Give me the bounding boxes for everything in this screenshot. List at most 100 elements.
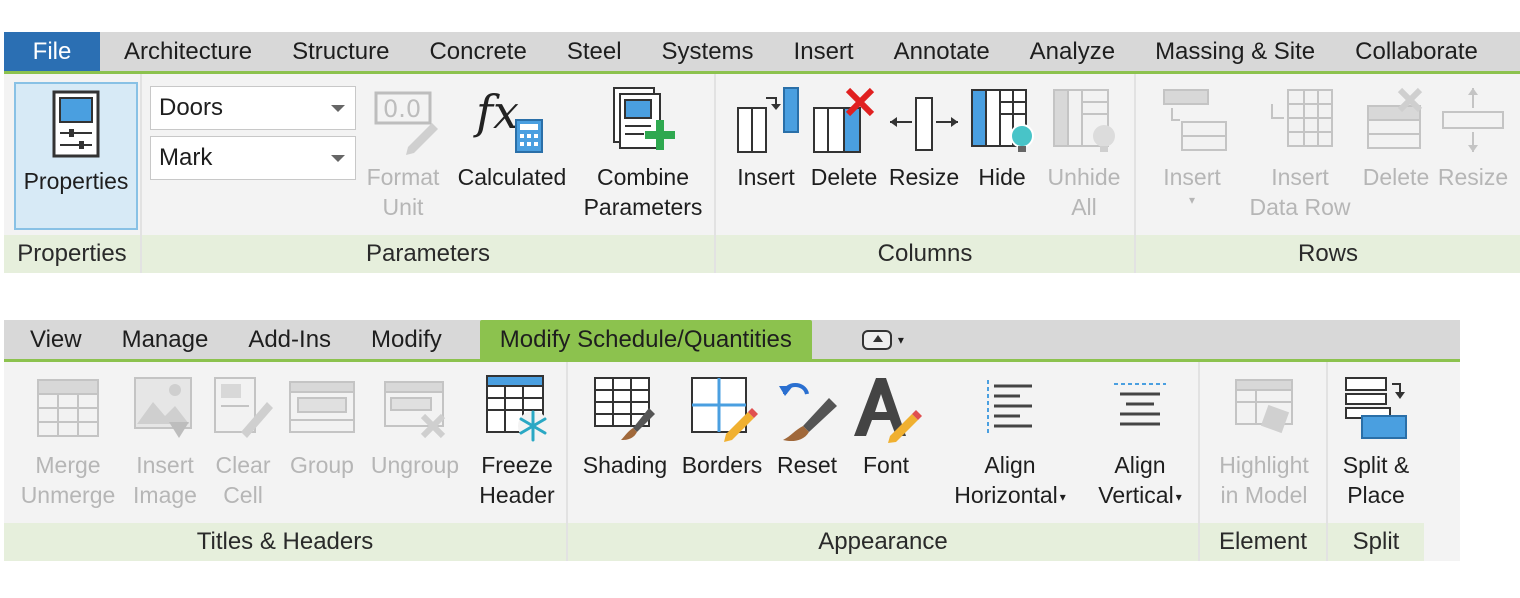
align-vertical-button[interactable]: Align Vertical ▾ [1088, 368, 1192, 512]
align-h-label-1: Align [984, 452, 1036, 478]
borders-button[interactable]: Borders [676, 368, 768, 480]
tab-modify-schedule-quantities[interactable]: Modify Schedule/Quantities [479, 320, 812, 362]
font-button[interactable]: Font [848, 368, 924, 480]
panel-label-element: Element [1200, 523, 1326, 561]
hide-column-button[interactable]: Hide [964, 80, 1040, 192]
insert-column-button[interactable]: Insert [726, 80, 806, 192]
shading-icon [589, 368, 661, 448]
tab-massing-site[interactable]: Massing & Site [1135, 32, 1335, 71]
delete-row-icon [1360, 80, 1432, 160]
unhide-label-2: All [1071, 194, 1097, 220]
insert-image-label-2: Image [133, 482, 197, 508]
reset-label: Reset [776, 452, 838, 478]
panel-label-columns: Columns [716, 235, 1134, 273]
insert-data-row-icon [1264, 80, 1336, 160]
merge-label-1: Merge [35, 452, 101, 478]
parameters-panel: Doors Mark 0.0 Format Unit fx Calculated… [142, 74, 716, 273]
tab-analyze[interactable]: Analyze [1010, 32, 1135, 71]
ungroup-button[interactable]: Ungroup [366, 368, 464, 480]
tab-architecture[interactable]: Architecture [100, 32, 272, 71]
insert-data-row-button[interactable]: Insert Data Row [1240, 80, 1360, 222]
tab-collaborate[interactable]: Collaborate [1335, 32, 1486, 71]
split-place-icon [1340, 368, 1412, 448]
split-label-1: Split & [1342, 452, 1410, 478]
combine-parameters-icon [608, 80, 678, 160]
chevron-down-icon: ▾ [1188, 193, 1196, 207]
align-vertical-label: Vertical ▾ [1098, 480, 1181, 512]
contextual-panels: Merge Unmerge Insert Image Clear Cell Gr… [4, 362, 1460, 561]
minimize-ribbon-icon [861, 329, 892, 350]
properties-button[interactable]: Properties [14, 82, 138, 230]
delete-row-label: Delete [1362, 164, 1430, 190]
insert-row-label: Insert [1163, 164, 1221, 190]
align-vertical-icon [1104, 368, 1176, 448]
panel-label-split: Split [1328, 523, 1424, 561]
insert-image-label-1: Insert [136, 452, 194, 478]
highlight-in-model-button[interactable]: Highlight in Model [1204, 368, 1324, 510]
shading-button[interactable]: Shading [578, 368, 672, 480]
freeze-header-button[interactable]: Freeze Header [474, 368, 560, 510]
tab-steel[interactable]: Steel [547, 32, 642, 71]
merge-unmerge-icon [32, 368, 104, 448]
clear-cell-button[interactable]: Clear Cell [206, 368, 280, 510]
rows-panel: Insert ▾ Insert Data Row Delete Resize R… [1136, 74, 1520, 273]
insert-row-button[interactable]: Insert ▾ [1146, 80, 1238, 208]
calculated-label: Calculated [457, 164, 567, 190]
svg-text:fx: fx [473, 85, 519, 139]
panel-label-appearance: Appearance [568, 523, 1198, 561]
font-icon [850, 368, 922, 448]
tab-manage[interactable]: Manage [102, 320, 229, 359]
split-place-button[interactable]: Split & Place [1332, 368, 1420, 510]
delete-column-button[interactable]: Delete [804, 80, 884, 192]
format-unit-label-1: Format [366, 164, 440, 190]
split-panel: Split & Place Split [1328, 362, 1424, 561]
borders-icon [686, 368, 758, 448]
resize-column-label: Resize [888, 164, 960, 190]
insert-data-row-label-2: Data Row [1249, 194, 1351, 220]
properties-label: Properties [23, 168, 129, 194]
tab-add-ins[interactable]: Add-Ins [228, 320, 351, 359]
ribbon-bottom: View Manage Add-Ins Modify Modify Schedu… [4, 320, 1460, 564]
unhide-all-button[interactable]: Unhide All [1042, 80, 1126, 222]
freeze-label-2: Header [479, 482, 555, 508]
hide-column-label: Hide [978, 164, 1026, 190]
delete-row-button[interactable]: Delete [1354, 80, 1438, 192]
reset-button[interactable]: Reset [770, 368, 844, 480]
combine-parameters-button[interactable]: Combine Parameters [578, 80, 708, 222]
calculated-button[interactable]: fx Calculated [450, 80, 574, 192]
align-horizontal-button[interactable]: Align Horizontal ▾ [944, 368, 1076, 512]
resize-row-button[interactable]: Resize [1434, 80, 1512, 192]
chevron-down-icon: ▾ [897, 332, 904, 347]
tab-concrete[interactable]: Concrete [409, 32, 546, 71]
tab-structure[interactable]: Structure [272, 32, 409, 71]
merge-unmerge-button[interactable]: Merge Unmerge [12, 368, 124, 510]
properties-panel: Properties Properties [4, 74, 142, 273]
borders-label: Borders [681, 452, 763, 478]
clear-cell-label-1: Clear [215, 452, 271, 478]
tab-systems[interactable]: Systems [642, 32, 774, 71]
resize-column-button[interactable]: Resize [884, 80, 964, 192]
freeze-header-icon [481, 368, 553, 448]
tab-annotate[interactable]: Annotate [874, 32, 1010, 71]
parameter-select[interactable]: Mark [150, 136, 356, 180]
align-horizontal-icon [974, 368, 1046, 448]
chevron-down-icon [331, 105, 345, 112]
tab-file[interactable]: File [4, 32, 100, 71]
tab-insert[interactable]: Insert [774, 32, 874, 71]
ribbon-top: File Architecture Structure Concrete Ste… [4, 32, 1520, 276]
group-button[interactable]: Group [282, 368, 362, 480]
insert-image-button[interactable]: Insert Image [126, 368, 204, 510]
format-unit-icon: 0.0 [368, 80, 438, 160]
delete-column-label: Delete [810, 164, 878, 190]
ribbon-minimize-toggle[interactable]: ▾ [852, 320, 914, 359]
tab-modify[interactable]: Modify [351, 320, 462, 359]
panel-label-properties: Properties [4, 235, 140, 273]
panel-label-rows: Rows [1136, 235, 1520, 273]
unhide-all-icon [1048, 80, 1120, 160]
tab-view[interactable]: View [4, 320, 102, 359]
format-unit-button[interactable]: 0.0 Format Unit [360, 80, 446, 222]
properties-icon [51, 84, 101, 164]
category-select[interactable]: Doors [150, 86, 356, 130]
highlight-in-model-icon [1228, 368, 1300, 448]
category-select-value: Doors [159, 94, 224, 121]
